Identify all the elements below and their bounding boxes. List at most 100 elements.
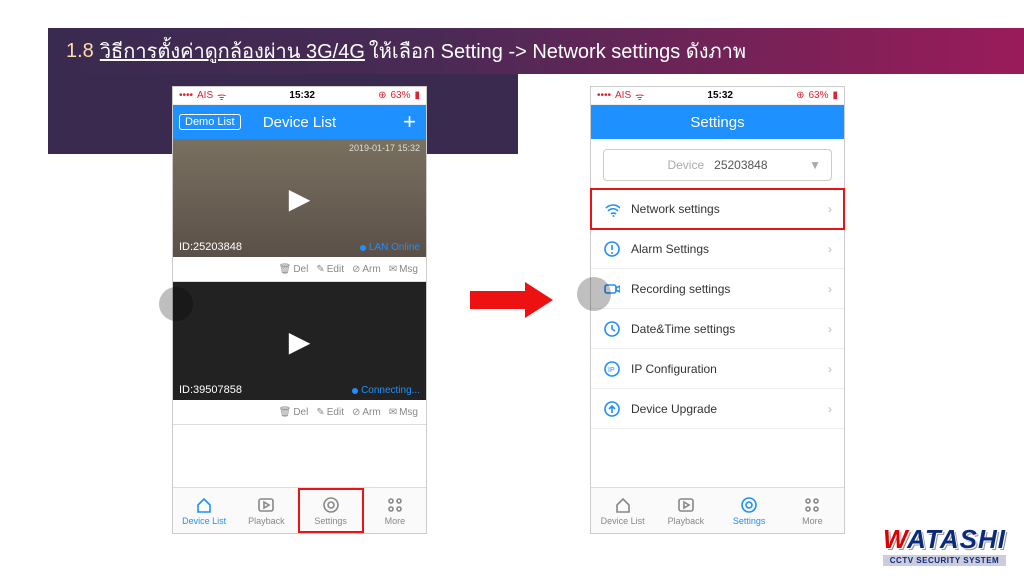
nav-title: Settings	[690, 114, 744, 131]
arm-button[interactable]: ⊘Arm	[352, 264, 381, 275]
chevron-right-icon: ›	[828, 282, 832, 296]
status-bar: •••• AIS ᯤ 15:32 ⊕ 63% ▮	[173, 87, 426, 105]
upgrade-icon	[603, 400, 621, 418]
video-thumbnail[interactable]: 2019-01-17 15:32 ▶ ID:25203848 LAN Onlin…	[173, 139, 426, 257]
row-ip-configuration[interactable]: IP IP Configuration ›	[591, 349, 844, 389]
gear-icon	[740, 496, 758, 514]
brand-logo: WATASHI CCTV SECURITY SYSTEM	[883, 524, 1006, 566]
row-label: Recording settings	[631, 282, 730, 296]
video-thumbnail[interactable]: ▶ ID:39507858 Connecting...	[173, 282, 426, 400]
device-card[interactable]: 2019-01-17 15:32 ▶ ID:25203848 LAN Onlin…	[173, 139, 426, 282]
tab-device-list[interactable]: Device List	[173, 488, 235, 533]
battery-icon: ▮	[832, 90, 838, 101]
nav-title: Device List	[263, 114, 336, 131]
row-label: IP Configuration	[631, 362, 717, 376]
tab-more[interactable]: More	[781, 488, 844, 533]
title-rest: ให้เลือก Setting -> Network settings ดัง…	[369, 35, 746, 67]
card-actions: 🗑Del ✎Edit ⊘Arm ✉Msg	[173, 400, 426, 424]
tab-more[interactable]: More	[364, 488, 426, 533]
chevron-right-icon: ›	[828, 202, 832, 216]
home-icon	[614, 496, 632, 514]
tab-device-list[interactable]: Device List	[591, 488, 654, 533]
phone-settings: •••• AIS ᯤ 15:32 ⊕ 63% ▮ Settings Device 252…	[590, 86, 845, 534]
settings-list: Network settings › Alarm Settings › Reco…	[591, 189, 844, 429]
tab-playback[interactable]: Playback	[235, 488, 297, 533]
battery-icon: ▮	[414, 90, 420, 101]
signal-icon: ••••	[179, 90, 193, 101]
device-card[interactable]: ▶ ID:39507858 Connecting... 🗑Del ✎Edit ⊘…	[173, 282, 426, 425]
arm-button[interactable]: ⊘Arm	[352, 407, 381, 418]
logo-rest: ATASHI	[907, 524, 1006, 554]
edit-button[interactable]: ✎Edit	[316, 264, 344, 275]
logo-w: W	[883, 524, 907, 554]
row-network-settings[interactable]: Network settings ›	[591, 189, 844, 229]
msg-button[interactable]: ✉Msg	[389, 407, 418, 418]
assistive-touch-icon[interactable]	[159, 287, 193, 321]
status-badge: Connecting...	[352, 385, 420, 396]
clock-label: 15:32	[707, 90, 733, 101]
row-datetime-settings[interactable]: Date&Time settings ›	[591, 309, 844, 349]
tab-bar: Device List Playback Settings More	[591, 487, 844, 533]
play-icon	[257, 496, 275, 514]
chevron-down-icon: ▼	[809, 158, 821, 172]
play-icon	[677, 496, 695, 514]
device-id-label: ID:25203848	[179, 241, 242, 253]
chevron-right-icon: ›	[828, 242, 832, 256]
arrow-icon	[470, 280, 560, 320]
msg-button[interactable]: ✉Msg	[389, 264, 418, 275]
svg-text:IP: IP	[608, 367, 615, 374]
device-selector[interactable]: Device 25203848 ▼	[603, 149, 832, 181]
assistive-touch-icon[interactable]	[577, 277, 611, 311]
battery-pct: 63%	[808, 90, 828, 101]
row-label: Alarm Settings	[631, 242, 709, 256]
add-device-button[interactable]: +	[403, 111, 416, 133]
chevron-right-icon: ›	[828, 402, 832, 416]
row-recording-settings[interactable]: Recording settings ›	[591, 269, 844, 309]
alarm-icon: ⊕	[378, 90, 386, 101]
clock-icon	[603, 320, 621, 338]
step-number: 1.8	[66, 40, 94, 63]
row-label: Date&Time settings	[631, 322, 735, 336]
title-underlined: วิธีการตั้งค่าดูกล้องผ่าน 3G/4G	[100, 35, 365, 67]
tab-settings[interactable]: Settings	[298, 488, 364, 533]
tab-bar: Device List Playback Settings More	[173, 487, 426, 533]
logo-tagline: CCTV SECURITY SYSTEM	[883, 555, 1006, 566]
carrier-label: AIS	[197, 90, 213, 101]
device-id-label: ID:39507858	[179, 384, 242, 396]
nav-bar: Settings	[591, 105, 844, 139]
gear-icon	[322, 496, 340, 514]
wifi-icon: ᯤ	[635, 89, 644, 103]
more-icon	[386, 496, 404, 514]
slide-title-banner: 1.8 วิธีการตั้งค่าดูกล้องผ่าน 3G/4G ให้เ…	[48, 28, 1024, 74]
status-dot-icon	[360, 245, 366, 251]
edit-button[interactable]: ✎Edit	[316, 407, 344, 418]
card-actions: 🗑Del ✎Edit ⊘Arm ✉Msg	[173, 257, 426, 281]
signal-icon: ••••	[597, 90, 611, 101]
delete-button[interactable]: 🗑Del	[279, 264, 309, 275]
nav-bar: Demo List Device List +	[173, 105, 426, 139]
alarm-icon: ⊕	[796, 90, 804, 101]
ip-icon: IP	[603, 360, 621, 378]
row-alarm-settings[interactable]: Alarm Settings ›	[591, 229, 844, 269]
device-selector-value: 25203848	[714, 158, 767, 172]
row-device-upgrade[interactable]: Device Upgrade ›	[591, 389, 844, 429]
timestamp-label: 2019-01-17 15:32	[349, 143, 420, 153]
phone-device-list: •••• AIS ᯤ 15:32 ⊕ 63% ▮ Demo List Device Li…	[172, 86, 427, 534]
wifi-icon	[603, 200, 621, 218]
play-icon[interactable]: ▶	[289, 325, 311, 358]
play-icon[interactable]: ▶	[289, 182, 311, 215]
more-icon	[803, 496, 821, 514]
delete-button[interactable]: 🗑Del	[279, 407, 309, 418]
battery-pct: 63%	[390, 90, 410, 101]
device-selector-label: Device	[667, 158, 704, 172]
row-label: Network settings	[631, 202, 720, 216]
carrier-label: AIS	[615, 90, 631, 101]
back-button[interactable]: Demo List	[179, 114, 241, 130]
chevron-right-icon: ›	[828, 362, 832, 376]
clock-label: 15:32	[289, 90, 315, 101]
tab-settings[interactable]: Settings	[718, 488, 781, 533]
status-badge: LAN Online	[360, 242, 420, 253]
home-icon	[195, 496, 213, 514]
wifi-icon: ᯤ	[217, 89, 226, 103]
tab-playback[interactable]: Playback	[654, 488, 717, 533]
